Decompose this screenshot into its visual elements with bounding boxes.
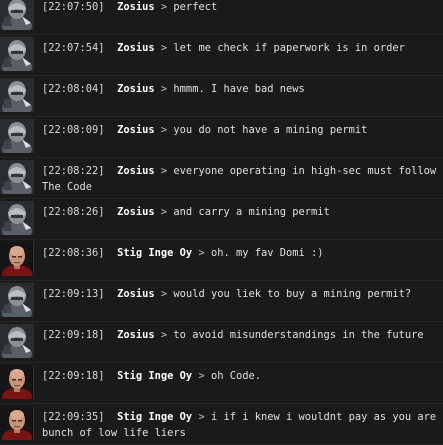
message-line: [22:08:36] Stig Inge Oy > oh. my fav Dom… (42, 245, 439, 261)
timestamp: [22:07:50] (42, 1, 105, 13)
chat-message: [22:09:18] Zosius > to avoid misundersta… (0, 321, 443, 363)
message-text: hmmm. I have bad news (173, 83, 305, 95)
sender-name[interactable]: Stig Inge Oy (117, 411, 192, 423)
sender-name[interactable]: Zosius (117, 329, 155, 341)
chat-message: [22:09:35] Stig Inge Oy > i if i knew i … (0, 403, 443, 445)
separator: > (160, 42, 168, 54)
armored-pilot-portrait-icon[interactable] (0, 0, 34, 30)
timestamp: [22:08:09] (42, 124, 105, 136)
message-line: [22:08:22] Zosius > everyone operating i… (42, 163, 439, 195)
sender-name[interactable]: Zosius (117, 83, 155, 95)
message-line: [22:08:09] Zosius > you do not have a mi… (42, 122, 439, 138)
timestamp: [22:09:13] (42, 288, 105, 300)
chat-message: [22:08:36] Stig Inge Oy > oh. my fav Dom… (0, 239, 443, 281)
timestamp: [22:09:18] (42, 370, 105, 382)
timestamp: [22:09:18] (42, 329, 105, 341)
message-text: would you liek to buy a mining permit? (173, 288, 412, 300)
bald-red-uniform-pilot-portrait-icon[interactable] (0, 365, 34, 399)
sender-name[interactable]: Zosius (117, 288, 155, 300)
sender-name[interactable]: Stig Inge Oy (117, 247, 192, 259)
message-line: [22:09:13] Zosius > would you liek to bu… (42, 286, 439, 302)
separator: > (160, 124, 168, 136)
sender-name[interactable]: Zosius (117, 206, 155, 218)
armored-pilot-portrait-icon[interactable] (0, 78, 34, 112)
sender-name[interactable]: Zosius (117, 1, 155, 13)
timestamp: [22:08:26] (42, 206, 105, 218)
message-line: [22:08:04] Zosius > hmmm. I have bad new… (42, 81, 439, 97)
chat-message: [22:08:09] Zosius > you do not have a mi… (0, 116, 443, 158)
separator: > (198, 370, 205, 382)
chat-message: [22:07:54] Zosius > let me check if pape… (0, 34, 443, 76)
chat-message: [22:09:18] Stig Inge Oy > oh Code. (0, 362, 443, 404)
message-text: to avoid misunderstandings in the future (173, 329, 424, 341)
sender-name[interactable]: Zosius (117, 165, 155, 177)
chat-message: [22:08:22] Zosius > everyone operating i… (0, 157, 443, 199)
message-line: [22:08:26] Zosius > and carry a mining p… (42, 204, 439, 220)
message-text: oh Code. (210, 370, 261, 382)
message-text: let me check if paperwork is in order (173, 42, 405, 54)
bald-red-uniform-pilot-portrait-icon[interactable] (0, 406, 34, 440)
chat-message: [22:08:26] Zosius > and carry a mining p… (0, 198, 443, 240)
sender-name[interactable]: Zosius (117, 42, 155, 54)
message-line: [22:09:18] Stig Inge Oy > oh Code. (42, 368, 439, 384)
timestamp: [22:08:36] (42, 247, 105, 259)
bald-red-uniform-pilot-portrait-icon[interactable] (0, 242, 34, 276)
timestamp: [22:08:22] (42, 165, 105, 177)
separator: > (160, 206, 168, 218)
separator: > (198, 247, 205, 259)
separator: > (160, 288, 168, 300)
sender-name[interactable]: Stig Inge Oy (117, 370, 192, 382)
timestamp: [22:07:54] (42, 42, 105, 54)
chat-message: [22:07:50] Zosius > perfect (0, 0, 443, 35)
sender-name[interactable]: Zosius (117, 124, 155, 136)
message-line: [22:09:18] Zosius > to avoid misundersta… (42, 327, 439, 343)
timestamp: [22:09:35] (42, 411, 105, 423)
armored-pilot-portrait-icon[interactable] (0, 37, 34, 71)
message-line: [22:09:35] Stig Inge Oy > i if i knew i … (42, 409, 439, 441)
separator: > (160, 1, 168, 13)
message-text: and carry a mining permit (173, 206, 330, 218)
message-text: perfect (173, 1, 218, 13)
message-text: you do not have a mining permit (173, 124, 368, 136)
armored-pilot-portrait-icon[interactable] (0, 119, 34, 153)
chat-message: [22:09:13] Zosius > would you liek to bu… (0, 280, 443, 322)
separator: > (198, 411, 205, 423)
message-text: oh. my fav Domi :) (210, 247, 324, 259)
armored-pilot-portrait-icon[interactable] (0, 283, 34, 317)
armored-pilot-portrait-icon[interactable] (0, 160, 34, 194)
armored-pilot-portrait-icon[interactable] (0, 201, 34, 235)
separator: > (160, 83, 168, 95)
separator: > (160, 165, 168, 177)
timestamp: [22:08:04] (42, 83, 105, 95)
message-line: [22:07:54] Zosius > let me check if pape… (42, 40, 439, 56)
message-line: [22:07:50] Zosius > perfect (42, 0, 439, 15)
chat-log: [22:07:50] Zosius > perfect [22:07:54] Zo… (0, 0, 443, 445)
chat-message: [22:08:04] Zosius > hmmm. I have bad new… (0, 75, 443, 117)
armored-pilot-portrait-icon[interactable] (0, 324, 34, 358)
separator: > (160, 329, 168, 341)
